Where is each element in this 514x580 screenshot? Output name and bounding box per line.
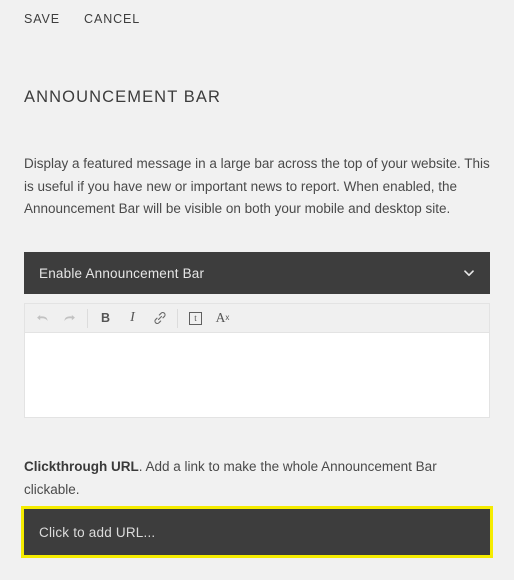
- enable-announcement-bar-value: Enable Announcement Bar: [39, 265, 205, 281]
- clickthrough-url-label: Clickthrough URL: [24, 459, 139, 474]
- clickthrough-url-highlight: Click to add URL...: [21, 506, 493, 558]
- toolbar-group-inline: B I: [92, 304, 173, 332]
- chevron-down-icon: [463, 267, 475, 279]
- announcement-text-editor: B I t Ax: [24, 303, 490, 418]
- enable-announcement-bar-select[interactable]: Enable Announcement Bar: [24, 252, 490, 294]
- link-icon[interactable]: [146, 307, 173, 330]
- clickthrough-url-description: Clickthrough URL. Add a link to make the…: [24, 456, 490, 501]
- toolbar-divider: [177, 308, 178, 328]
- undo-icon[interactable]: [29, 307, 56, 330]
- save-button[interactable]: SAVE: [24, 11, 60, 27]
- editor-content-area[interactable]: [25, 333, 489, 417]
- text-block-glyph: t: [189, 311, 202, 325]
- clickthrough-url-placeholder: Click to add URL...: [39, 524, 156, 540]
- clear-formatting-icon[interactable]: Ax: [209, 307, 236, 330]
- page-title: ANNOUNCEMENT BAR: [24, 88, 221, 106]
- toolbar-divider: [87, 308, 88, 328]
- clear-formatting-glyph: A: [215, 310, 226, 326]
- clickthrough-url-input[interactable]: Click to add URL...: [24, 509, 490, 555]
- toolbar-group-blocks: t Ax: [182, 304, 236, 332]
- bold-icon[interactable]: B: [92, 307, 119, 330]
- italic-icon[interactable]: I: [119, 307, 146, 330]
- clear-formatting-superscript: x: [225, 313, 230, 322]
- text-block-icon[interactable]: t: [182, 307, 209, 330]
- toolbar-group-history: [29, 304, 83, 332]
- action-bar: SAVE CANCEL: [24, 11, 140, 27]
- page-description: Display a featured message in a large ba…: [24, 156, 490, 216]
- redo-icon[interactable]: [56, 307, 83, 330]
- cancel-button[interactable]: CANCEL: [84, 11, 140, 27]
- editor-toolbar: B I t Ax: [25, 304, 489, 333]
